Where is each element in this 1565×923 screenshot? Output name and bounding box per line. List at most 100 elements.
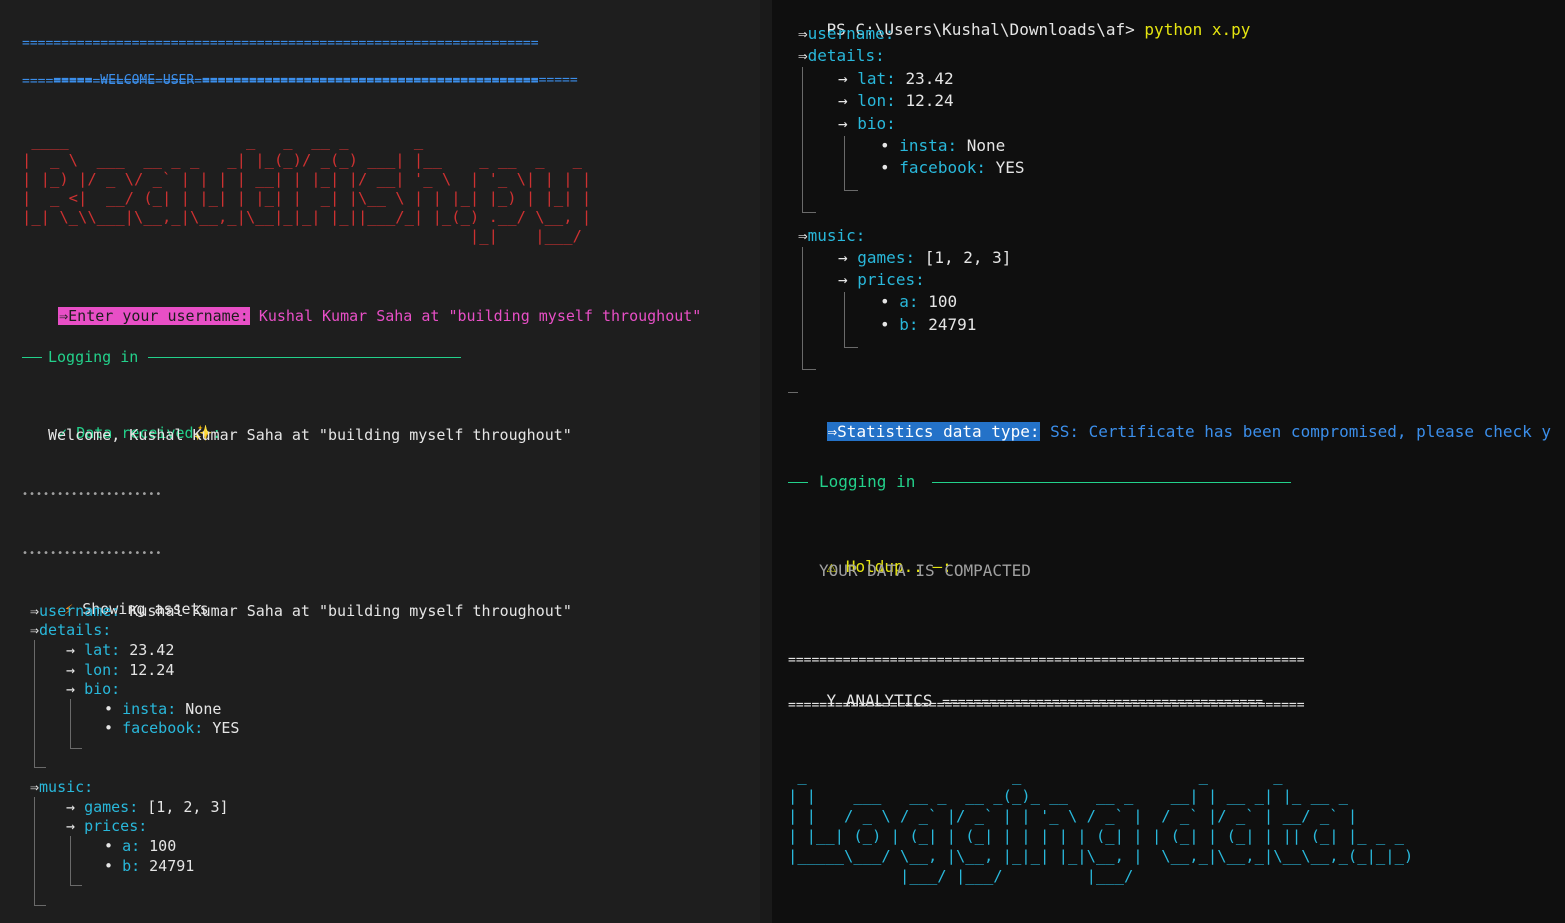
right-terminal-pane: PS C:\Users\Kushal\Downloads\af> python …: [772, 0, 1565, 923]
analytics-banner-top: ========================================…: [788, 653, 1305, 668]
right-bio-key: bio:: [857, 114, 896, 133]
left-details-tree-line: [34, 640, 35, 767]
right-lon-key: lon:: [857, 91, 896, 110]
right-a-value: 100: [928, 292, 958, 311]
username-prompt-label: Enter your username:: [68, 307, 249, 325]
left-games-key: games:: [84, 798, 139, 816]
right-a-key: a:: [899, 292, 919, 311]
right-bio-tree-end: [844, 190, 858, 191]
left-insta-key: insta:: [122, 700, 177, 718]
progress-dots-1: ••••••••••••••••••••: [22, 489, 163, 500]
username-prompt-label-box: ⇒Enter your username:: [58, 307, 250, 325]
right-facebook-row: • facebook: YES: [880, 158, 1025, 177]
left-games-value: [1, 2, 3]: [147, 798, 229, 816]
right-b-row: • b: 24791: [880, 315, 977, 334]
right-b-value: 24791: [928, 315, 977, 334]
right-details-row: ⇒details:: [798, 46, 885, 65]
right-b-key: b:: [899, 315, 919, 334]
right-prices-tree-line: [844, 292, 845, 347]
progress-dots-2: ••••••••••••••••••••: [22, 548, 163, 559]
left-lon-value: 12.24: [129, 661, 175, 679]
logging-title: Logging in: [48, 348, 139, 366]
left-music-row: ⇒music:: [30, 778, 94, 796]
left-games-row: → games: [1, 2, 3]: [66, 798, 229, 816]
welcome-message: Welcome, Kushal Kumar Saha at "building …: [48, 426, 572, 444]
ascii-title-beautifish: ____ _ _ __ _ _ | _ \ ___ __ _ _ _| |_(_…: [22, 132, 592, 245]
right-music-key: music:: [807, 226, 866, 245]
analytics-banner-bottom: ========================================…: [788, 698, 1305, 713]
right-prices-tree-end: [844, 347, 858, 348]
left-facebook-value: YES: [212, 719, 240, 737]
left-bio-key: bio:: [84, 680, 121, 698]
left-details-key: details:: [39, 621, 112, 639]
right-games-row: → games: [1, 2, 3]: [838, 248, 1012, 267]
left-prices-tree-end: [70, 885, 82, 886]
right-lat-row: → lat: 23.42: [838, 69, 954, 88]
right-music-row: ⇒music:: [798, 226, 866, 245]
left-lon-key: lon:: [84, 661, 121, 679]
left-b-row: • b: 24791: [104, 857, 195, 875]
left-prices-key: prices:: [84, 817, 148, 835]
left-prices-tree-line: [70, 836, 71, 885]
right-lon-value: 12.24: [905, 91, 954, 110]
right-a-row: • a: 100: [880, 292, 958, 311]
statistics-value: SS: Certificate has been compromised, pl…: [1050, 422, 1552, 441]
left-bio-tree-end: [70, 748, 82, 749]
ps-command[interactable]: python x.py: [1144, 20, 1250, 39]
right-username-key: username:: [807, 24, 895, 43]
left-lat-row: → lat: 23.42: [66, 641, 175, 659]
right-music-tree-end: [802, 369, 816, 370]
welcome-banner-bottom: ========================================…: [22, 74, 539, 89]
left-prices-row: → prices:: [66, 817, 148, 835]
left-lat-key: lat:: [84, 641, 121, 659]
right-lon-row: → lon: 12.24: [838, 91, 954, 110]
right-details-tree-line: [802, 67, 803, 212]
right-insta-key: insta:: [899, 136, 958, 155]
left-lat-value: 23.42: [129, 641, 175, 659]
right-details-key: details:: [807, 46, 885, 65]
right-insta-row: • insta: None: [880, 136, 1006, 155]
right-lat-value: 23.42: [905, 69, 954, 88]
right-logging-title: Logging in: [819, 472, 916, 491]
logging-rule-left: [22, 357, 42, 358]
left-bio-tree-line: [70, 699, 71, 748]
left-lon-row: → lon: 12.24: [66, 661, 175, 679]
right-prices-key: prices:: [857, 270, 925, 289]
right-facebook-key: facebook:: [899, 158, 986, 177]
username-prompt-value[interactable]: Kushal Kumar Saha at "building myself th…: [259, 307, 702, 325]
left-details-tree-end: [34, 767, 46, 768]
prompt-arrow-icon: ⇒: [59, 307, 69, 325]
left-insta-row: • insta: None: [104, 700, 222, 718]
left-a-row: • a: 100: [104, 837, 177, 855]
statistics-label-box: ⇒Statistics data type:: [826, 422, 1041, 441]
left-a-key: a:: [122, 837, 141, 855]
right-music-tree-line: [802, 247, 803, 369]
right-logging-rule-left: [788, 482, 808, 483]
logging-rule-right: [148, 357, 461, 358]
right-details-tree-end: [802, 212, 816, 213]
statistics-line: ⇒Statistics data type: SS: Certificate h…: [788, 405, 1551, 459]
left-music-tree-line: [34, 797, 35, 905]
right-username-row: ⇒username:: [798, 24, 895, 43]
compacted-message: YOUR DATA IS COMPACTED: [819, 561, 1031, 580]
right-insta-value: None: [966, 136, 1006, 155]
right-bio-tree-line: [844, 136, 845, 190]
right-bio-row: → bio:: [838, 114, 896, 133]
ascii-logging-data: _ _ _ _ | | ___ __ _ __ _(_)_ __ __ _ __…: [788, 767, 1414, 885]
left-facebook-row: • facebook: YES: [104, 719, 240, 737]
right-facebook-value: YES: [995, 158, 1025, 177]
left-username-value: Kushal Kumar Saha at "building myself th…: [129, 602, 572, 620]
right-prices-row: → prices:: [838, 270, 925, 289]
right-logging-rule-right: [932, 482, 1291, 483]
right-tree-end-mark: [788, 392, 798, 393]
left-b-value: 24791: [149, 857, 195, 875]
left-username-row: ⇒username: Kushal Kumar Saha at "buildin…: [30, 602, 572, 620]
right-games-key: games:: [857, 248, 916, 267]
left-username-key: username:: [39, 602, 121, 620]
left-music-tree-end: [34, 905, 46, 906]
stats-arrow-icon: ⇒: [827, 422, 838, 441]
left-details-row: ⇒details:: [30, 621, 112, 639]
left-bio-row: → bio:: [66, 680, 121, 698]
right-games-value: [1, 2, 3]: [924, 248, 1012, 267]
left-music-key: music:: [39, 778, 94, 796]
